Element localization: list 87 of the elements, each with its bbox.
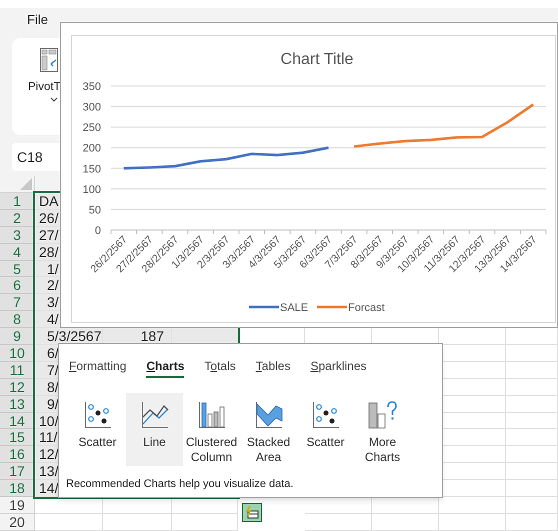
table-cell[interactable]: [506, 378, 558, 396]
table-cell[interactable]: [506, 362, 558, 379]
axis-label: 50: [88, 204, 101, 216]
table-cell[interactable]: DA: [35, 193, 60, 210]
line-chart-icon: [140, 401, 168, 429]
axis-label: 150: [82, 163, 101, 176]
series-line[interactable]: [124, 146, 329, 170]
table-cell[interactable]: 12/: [35, 446, 58, 464]
tab[interactable]: Totals: [204, 356, 236, 378]
pivot-table-button[interactable]: PivotT: [12, 38, 60, 135]
axis-label: 100: [82, 184, 101, 196]
chart-option[interactable]: Scatter: [297, 393, 354, 466]
quick-analysis-button[interactable]: [242, 503, 262, 522]
chevron-down-icon: [50, 97, 58, 102]
row-number[interactable]: 15: [0, 429, 35, 446]
row-number[interactable]: 10: [0, 345, 35, 362]
row-number[interactable]: 9: [0, 328, 35, 346]
table-cell[interactable]: [506, 480, 558, 498]
legend-label: SALE: [280, 302, 308, 314]
table-cell[interactable]: 27/: [35, 226, 60, 244]
row-number[interactable]: 20: [0, 514, 35, 531]
quick-analysis-hint: Recommended Charts help you visualize data.: [65, 476, 294, 492]
row-number[interactable]: 18: [0, 480, 35, 498]
table-cell[interactable]: [506, 446, 558, 464]
series-line[interactable]: [354, 103, 534, 148]
axis-label: 350: [82, 81, 101, 93]
table-cell[interactable]: 4/: [35, 311, 60, 328]
table-cell[interactable]: 11/: [35, 429, 58, 446]
scatter-chart-icon: [312, 401, 340, 429]
table-cell[interactable]: [372, 514, 439, 531]
table-cell[interactable]: 8/: [35, 378, 58, 396]
table-cell[interactable]: 3/: [35, 294, 60, 312]
table-cell[interactable]: [506, 412, 558, 430]
tab[interactable]: Formatting: [69, 356, 126, 378]
lightning-table-icon: [245, 506, 259, 519]
chart-option[interactable]: More Charts: [354, 393, 411, 466]
tab[interactable]: Sparklines: [310, 356, 366, 378]
chart-option[interactable]: Stacked Area: [240, 393, 297, 466]
table-cell[interactable]: 10/: [35, 412, 58, 430]
row-number[interactable]: 17: [0, 463, 35, 480]
table-cell[interactable]: [35, 514, 103, 531]
chart-frame[interactable]: [60, 22, 558, 328]
table-cell[interactable]: [506, 396, 558, 413]
table-cell[interactable]: 5/3/2567: [35, 328, 103, 346]
select-all-corner[interactable]: [20, 178, 32, 190]
table-cell[interactable]: 26/: [35, 210, 60, 227]
table-cell[interactable]: 7/: [35, 362, 58, 379]
table-cell[interactable]: [103, 514, 172, 531]
chart-option[interactable]: Line: [126, 393, 183, 466]
tab[interactable]: Charts: [146, 356, 184, 378]
table-cell[interactable]: [439, 514, 506, 531]
scatter-chart-icon: [84, 401, 112, 429]
chart-option[interactable]: Scatter: [69, 393, 126, 466]
table-cell[interactable]: [506, 514, 558, 531]
row-number[interactable]: 8: [0, 311, 35, 328]
table-cell[interactable]: [506, 429, 558, 446]
chart-title[interactable]: Chart Title: [280, 51, 354, 68]
row-number[interactable]: 6: [0, 277, 35, 294]
chart-help-icon: [368, 401, 398, 429]
axis-label: 200: [82, 142, 101, 155]
file-tab[interactable]: File: [27, 10, 48, 30]
axis-label: 0: [94, 225, 101, 237]
area-chart-icon: [254, 401, 282, 429]
pivot-table-icon: [40, 48, 58, 72]
table-cell[interactable]: [506, 345, 558, 362]
row-number[interactable]: 7: [0, 294, 35, 312]
table-cell[interactable]: 28/: [35, 244, 60, 261]
column-chart-icon: [198, 401, 226, 429]
table-cell[interactable]: 2/: [35, 277, 60, 294]
row-number[interactable]: 1: [0, 193, 35, 210]
table-cell[interactable]: [506, 497, 558, 514]
axis-label: 300: [82, 102, 101, 114]
axis-label: 250: [82, 122, 101, 134]
table-cell[interactable]: 1/: [35, 260, 60, 278]
table-cell[interactable]: 6/: [35, 345, 58, 362]
table-cell[interactable]: [506, 463, 558, 480]
name-box[interactable]: C18: [12, 143, 60, 171]
table-cell[interactable]: [305, 514, 372, 531]
table-cell[interactable]: 13/: [35, 463, 58, 480]
table-cell[interactable]: 14/: [35, 480, 58, 498]
table-cell[interactable]: 9/: [35, 396, 58, 413]
row-number[interactable]: 16: [0, 446, 35, 464]
chart-option[interactable]: Clustered Column: [183, 393, 240, 466]
table-cell[interactable]: [172, 514, 238, 531]
tab[interactable]: Tables: [256, 356, 290, 378]
legend-label: Forcast: [348, 302, 385, 314]
row-number[interactable]: 19: [0, 497, 35, 514]
